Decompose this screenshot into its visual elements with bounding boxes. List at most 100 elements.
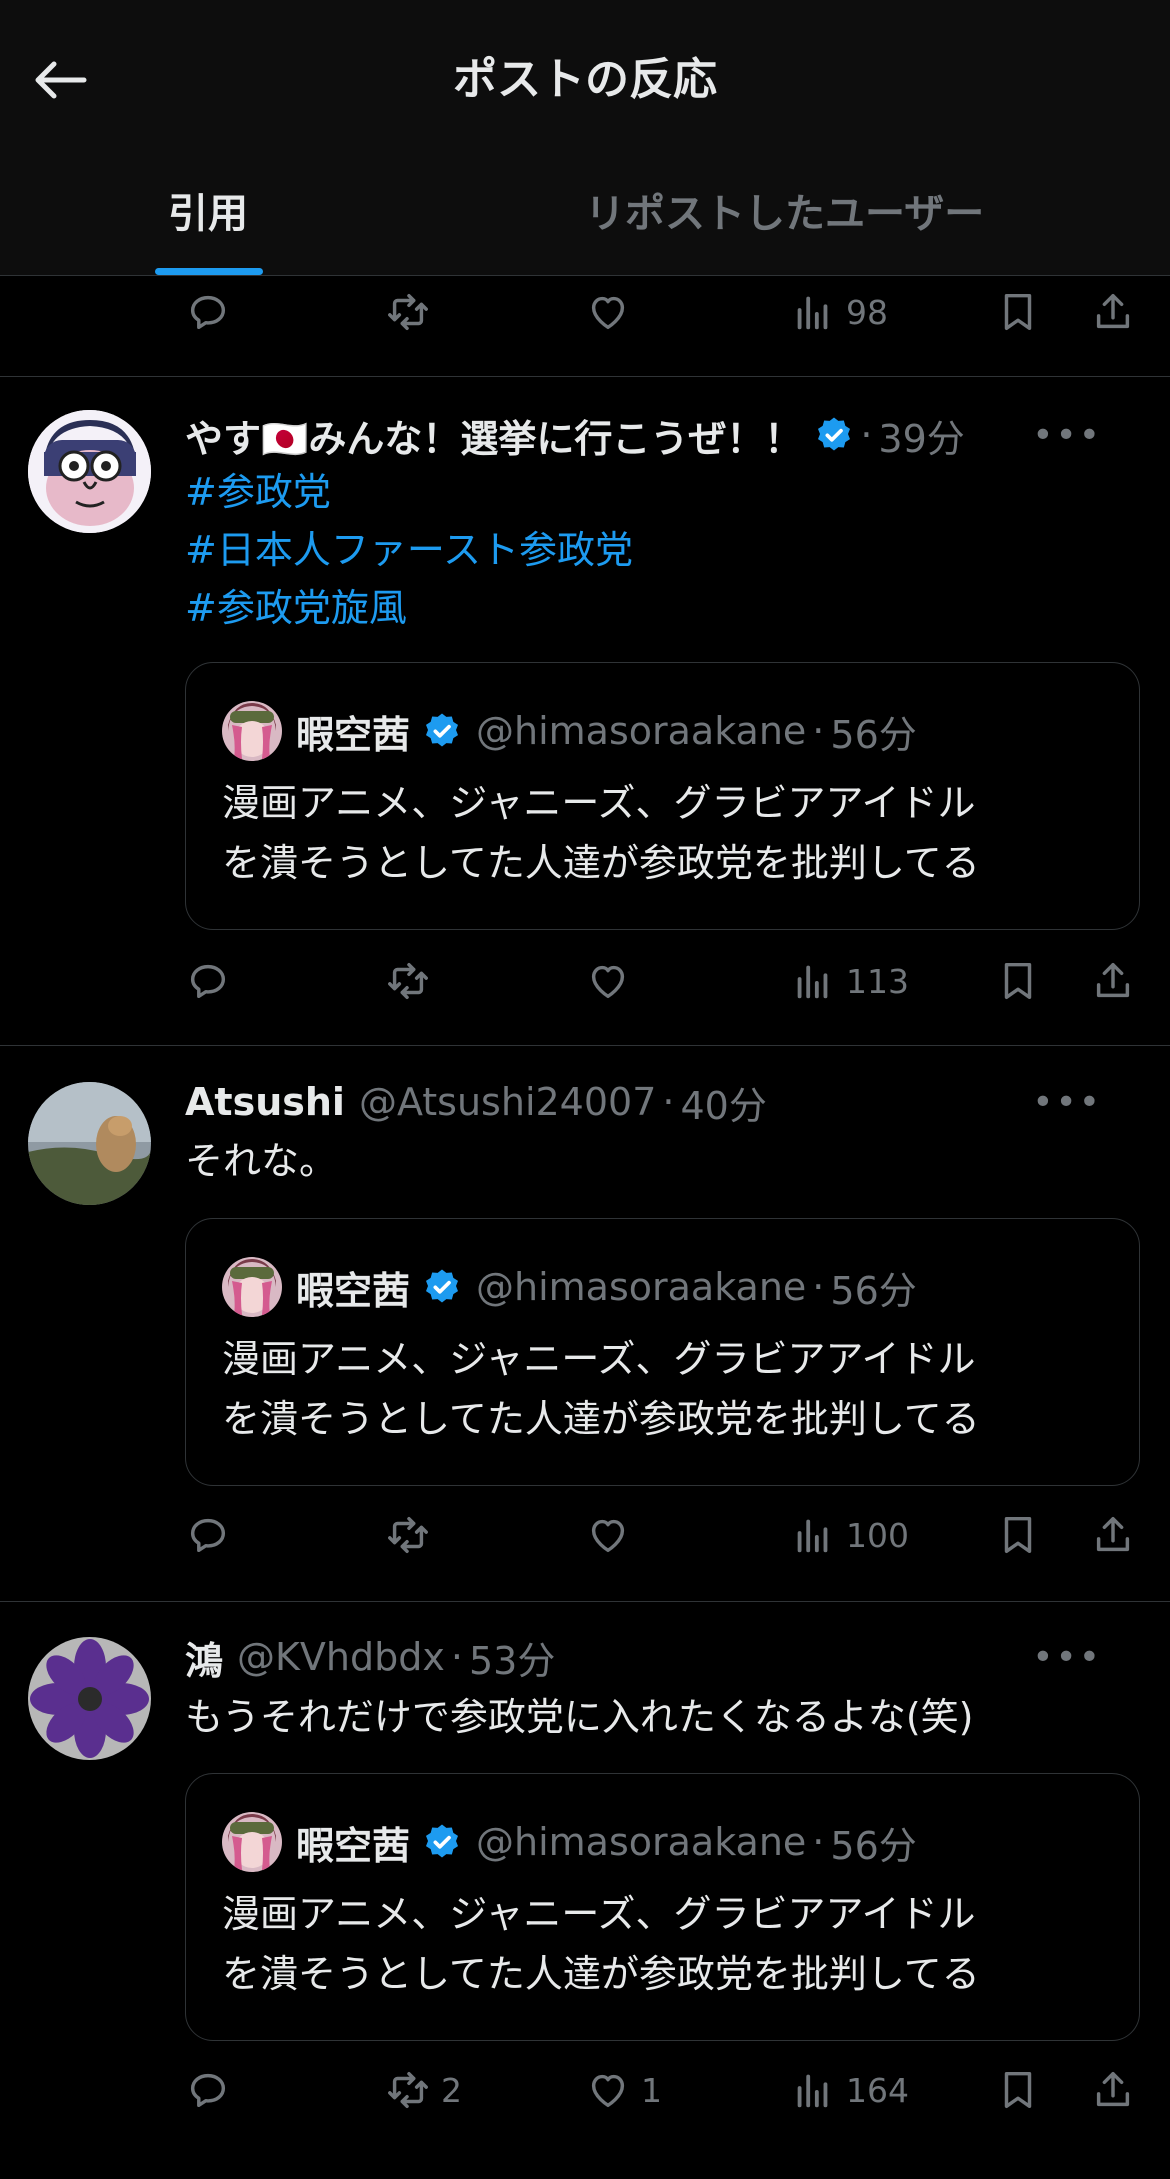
quoted-timestamp: 56分 bbox=[830, 1268, 917, 1313]
quoted-text-line: 漫画アニメ、ジャニーズ、グラビアアイドル bbox=[222, 781, 976, 825]
active-tab-indicator bbox=[155, 268, 263, 275]
reply-icon bbox=[185, 1512, 231, 1558]
divider bbox=[0, 1601, 1170, 1602]
reply-icon bbox=[185, 289, 231, 335]
tab-quotes[interactable]: 引用 bbox=[168, 145, 248, 275]
views-button[interactable]: 113 bbox=[790, 951, 909, 1011]
views-count: 164 bbox=[846, 2070, 909, 2110]
handle[interactable]: @KVhdbdx bbox=[237, 1635, 445, 1679]
quoted-text-line: を潰そうとしてた人達が参政党を批判してる bbox=[222, 1952, 980, 1996]
views-icon bbox=[790, 289, 836, 335]
hashtag-link[interactable]: #参政党旋風 bbox=[185, 579, 1130, 637]
views-count: 100 bbox=[846, 1515, 909, 1555]
reply-icon bbox=[185, 2067, 231, 2113]
heart-icon bbox=[585, 1512, 631, 1558]
more-options-button[interactable]: ••• bbox=[1032, 405, 1102, 465]
share-icon bbox=[1090, 958, 1136, 1004]
views-icon bbox=[790, 958, 836, 1004]
quoted-text-line: 漫画アニメ、ジャニーズ、グラビアアイドル bbox=[222, 1337, 976, 1381]
quoted-avatar bbox=[222, 1812, 282, 1872]
quoted-timestamp: 56分 bbox=[830, 1823, 917, 1868]
separator: · bbox=[860, 413, 873, 457]
share-button[interactable] bbox=[1090, 282, 1136, 342]
quoted-display-name: 暇空茜 bbox=[296, 1268, 411, 1313]
separator: · bbox=[450, 1635, 463, 1679]
post-header: 鴻 @KVhdbdx · 53分 ••• bbox=[185, 1627, 1130, 1687]
repost-button[interactable]: 2 bbox=[385, 2060, 462, 2120]
post-text: もうそれだけで参政党に入れたくなるよな(笑) bbox=[185, 1695, 974, 1739]
share-icon bbox=[1090, 2067, 1136, 2113]
quoted-post[interactable]: 暇空茜 @himasoraakane · 56分 漫画アニメ、ジャニーズ、グラビ… bbox=[185, 662, 1140, 930]
share-button[interactable] bbox=[1090, 1505, 1136, 1565]
action-row: 100 bbox=[185, 1505, 1140, 1565]
verified-badge-icon bbox=[422, 711, 462, 751]
share-button[interactable] bbox=[1090, 2060, 1136, 2120]
timestamp[interactable]: 53分 bbox=[469, 1630, 555, 1685]
like-button[interactable]: 1 bbox=[585, 2060, 662, 2120]
post-text: それな。 bbox=[185, 1139, 338, 1183]
like-button[interactable] bbox=[585, 951, 631, 1011]
separator: · bbox=[662, 1080, 675, 1124]
tab-bar: 引用 リポストしたユーザー bbox=[0, 145, 1170, 276]
quoted-post[interactable]: 暇空茜 @himasoraakane · 56分 漫画アニメ、ジャニーズ、グラビ… bbox=[185, 1773, 1140, 2041]
reply-button[interactable] bbox=[185, 951, 231, 1011]
heart-icon bbox=[585, 958, 631, 1004]
like-button[interactable] bbox=[585, 1505, 631, 1565]
quoted-handle: @himasoraakane bbox=[476, 1820, 807, 1864]
quoted-text-line: 漫画アニメ、ジャニーズ、グラビアアイドル bbox=[222, 1892, 976, 1936]
avatar[interactable] bbox=[28, 1637, 151, 1760]
action-row: 98 bbox=[185, 282, 1140, 342]
page-title: ポストの反応 bbox=[453, 54, 717, 105]
hashtag-link[interactable]: #参政党 bbox=[185, 463, 1130, 521]
share-icon bbox=[1090, 289, 1136, 335]
avatar[interactable] bbox=[28, 410, 151, 533]
handle[interactable]: @Atsushi24007 bbox=[359, 1080, 656, 1124]
action-row: 113 bbox=[185, 951, 1140, 1011]
repost-button[interactable] bbox=[385, 951, 431, 1011]
views-button[interactable]: 100 bbox=[790, 1505, 909, 1565]
quoted-text: 漫画アニメ、ジャニーズ、グラビアアイドル を潰そうとしてた人達が参政党を批判して… bbox=[222, 773, 1109, 893]
heart-icon bbox=[585, 289, 631, 335]
timestamp[interactable]: 39分 bbox=[878, 408, 964, 463]
repost-icon bbox=[385, 289, 431, 335]
display-name[interactable]: やす🇯🇵みんな！選挙に行こうぜ！！ bbox=[185, 408, 802, 463]
reply-button[interactable] bbox=[185, 2060, 231, 2120]
tab-reposts[interactable]: リポストしたユーザー bbox=[585, 145, 984, 275]
views-icon bbox=[790, 1512, 836, 1558]
quoted-post[interactable]: 暇空茜 @himasoraakane · 56分 漫画アニメ、ジャニーズ、グラビ… bbox=[185, 1218, 1140, 1486]
reply-button[interactable] bbox=[185, 282, 231, 342]
reply-button[interactable] bbox=[185, 1505, 231, 1565]
bookmark-icon bbox=[995, 289, 1041, 335]
views-button[interactable]: 164 bbox=[790, 2060, 909, 2120]
more-options-button[interactable]: ••• bbox=[1032, 1072, 1102, 1132]
more-options-button[interactable]: ••• bbox=[1032, 1627, 1102, 1687]
display-name[interactable]: 鴻 bbox=[185, 1630, 223, 1685]
repost-icon bbox=[385, 1512, 431, 1558]
timestamp[interactable]: 40分 bbox=[680, 1075, 766, 1130]
avatar[interactable] bbox=[28, 1082, 151, 1205]
verified-badge-icon bbox=[814, 415, 854, 455]
separator: · bbox=[812, 1820, 825, 1864]
quoted-display-name: 暇空茜 bbox=[296, 1823, 411, 1868]
verified-badge-icon bbox=[422, 1822, 462, 1862]
views-button[interactable]: 98 bbox=[790, 282, 888, 342]
repost-button[interactable] bbox=[385, 1505, 431, 1565]
separator: · bbox=[812, 709, 825, 753]
bookmark-button[interactable] bbox=[995, 2060, 1041, 2120]
repost-button[interactable] bbox=[385, 282, 431, 342]
separator: · bbox=[812, 1265, 825, 1309]
quoted-text: 漫画アニメ、ジャニーズ、グラビアアイドル を潰そうとしてた人達が参政党を批判して… bbox=[222, 1329, 1109, 1449]
share-button[interactable] bbox=[1090, 951, 1136, 1011]
bookmark-button[interactable] bbox=[995, 951, 1041, 1011]
bookmark-button[interactable] bbox=[995, 282, 1041, 342]
like-button[interactable] bbox=[585, 282, 631, 342]
divider bbox=[0, 1045, 1170, 1046]
quoted-avatar bbox=[222, 701, 282, 761]
bookmark-icon bbox=[995, 1512, 1041, 1558]
share-icon bbox=[1090, 1512, 1136, 1558]
hashtag-link[interactable]: #日本人ファースト参政党 bbox=[185, 521, 1130, 579]
bookmark-button[interactable] bbox=[995, 1505, 1041, 1565]
views-count: 98 bbox=[846, 292, 888, 332]
like-count: 1 bbox=[641, 2070, 662, 2110]
display-name[interactable]: Atsushi bbox=[185, 1080, 345, 1124]
